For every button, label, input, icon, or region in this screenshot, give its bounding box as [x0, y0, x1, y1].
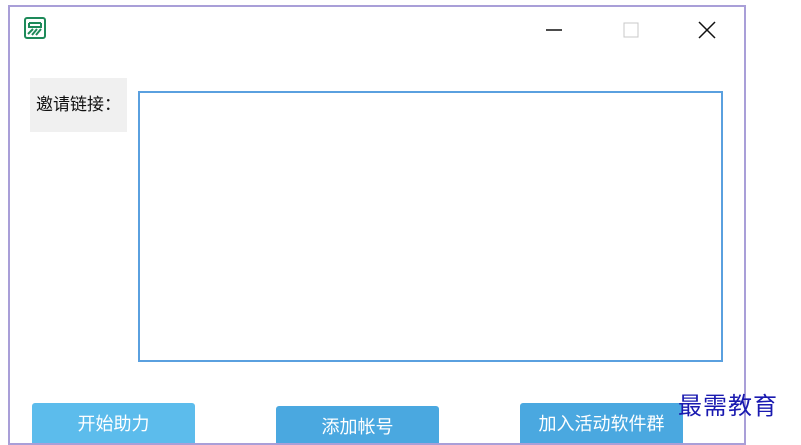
app-window: 邀请链接： 开始助力 添加帐号 加入活动软件群: [8, 5, 746, 445]
invite-link-input[interactable]: [138, 91, 723, 362]
maximize-button[interactable]: [608, 13, 654, 47]
join-group-button[interactable]: 加入活动软件群: [520, 403, 683, 443]
minimize-icon: [546, 29, 562, 31]
watermark-text: 最需教育: [678, 392, 778, 420]
title-bar[interactable]: [10, 7, 744, 51]
close-icon: [698, 21, 716, 39]
maximize-icon: [623, 22, 639, 38]
minimize-button[interactable]: [531, 13, 577, 47]
close-button[interactable]: [684, 13, 730, 47]
app-logo-icon: [24, 17, 46, 39]
add-account-button[interactable]: 添加帐号: [276, 406, 439, 443]
start-boost-button[interactable]: 开始助力: [32, 403, 195, 443]
invite-link-label: 邀请链接：: [30, 78, 127, 132]
